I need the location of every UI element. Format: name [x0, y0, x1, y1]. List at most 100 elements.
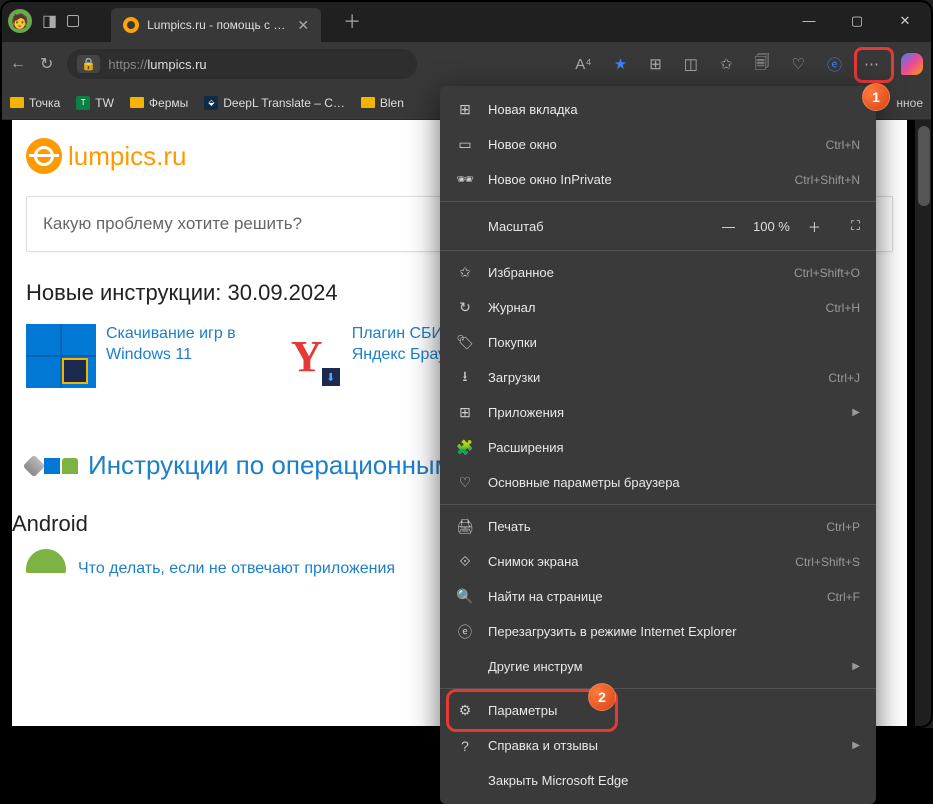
menu-ie-mode[interactable]: ⓔПерезагрузить в режиме Internet Explore… [440, 614, 876, 649]
menu-essentials[interactable]: ♡Основные параметры браузера [440, 465, 876, 500]
android-article-link[interactable]: Что делать, если не отвечают приложения [78, 560, 395, 578]
menu-zoom: Масштаб — 100 % ＋ ⛶ [440, 206, 876, 246]
menu-separator [440, 201, 876, 202]
bookmark-item[interactable]: Blen [361, 96, 404, 110]
bookmark-item[interactable]: T TW [76, 96, 114, 110]
favorite-star-icon[interactable]: ★ [614, 55, 627, 73]
search-placeholder: Какую проблему хотите решить? [43, 214, 302, 234]
menu-favorites[interactable]: ✩ИзбранноеCtrl+Shift+O [440, 255, 876, 290]
window-icon: ▭ [456, 136, 474, 153]
android-logo-icon [26, 549, 66, 589]
help-icon: ? [456, 738, 474, 754]
menu-label: Журнал [488, 300, 812, 315]
deepl-icon: ⬙ [204, 96, 218, 110]
maximize-button[interactable]: ▢ [845, 13, 869, 29]
menu-label: Печать [488, 519, 812, 534]
menu-downloads[interactable]: ⭳ЗагрузкиCtrl+J [440, 360, 876, 395]
performance-icon[interactable]: ♡ [792, 55, 805, 73]
bookmark-label: Точка [29, 96, 60, 110]
menu-separator [440, 504, 876, 505]
zoom-value: 100 % [753, 219, 790, 234]
titlebar: 🧑 ◨ Lumpics.ru - помощь с компьюте ✕ ＋ —… [0, 0, 933, 42]
site-logo-icon[interactable] [26, 138, 62, 174]
fullscreen-icon[interactable]: ⛶ [851, 218, 860, 234]
star-icon: ✩ [456, 264, 474, 281]
new-tab-button[interactable]: ＋ [343, 8, 361, 34]
bookmarks-overflow[interactable]: нное [896, 96, 923, 110]
article-link[interactable]: Скачивание игр вWindows 11 [106, 324, 236, 366]
menu-separator [440, 250, 876, 251]
article-thumb-icon [26, 324, 96, 388]
favorites-hub-icon[interactable]: ✩ [720, 55, 733, 73]
menu-settings[interactable]: ⚙ Параметры 2 [440, 693, 876, 728]
apps-icon: ⊞ [456, 404, 474, 421]
menu-shortcut: Ctrl+Shift+N [795, 173, 860, 187]
menu-screenshot[interactable]: ⟐ Снимок экрана Ctrl+Shift+S [440, 544, 876, 579]
profile-avatar[interactable]: 🧑 [8, 9, 32, 33]
tw-icon: T [76, 96, 90, 110]
menu-label: Снимок экрана [488, 554, 781, 569]
zoom-out-button[interactable]: — [722, 219, 735, 234]
zoom-label: Масштаб [488, 219, 708, 234]
minimize-button[interactable]: — [797, 13, 821, 29]
menu-new-tab[interactable]: ⊞Новая вкладка [440, 92, 876, 127]
android-icon [62, 458, 78, 474]
site-info-icon[interactable]: 🔒 [77, 55, 100, 73]
menu-history[interactable]: ↻ЖурналCtrl+H [440, 290, 876, 325]
menu-shortcut: Ctrl+Shift+S [795, 555, 860, 569]
window-controls: — ▢ ✕ [797, 13, 925, 29]
annotation-callout-1: 1 [862, 83, 890, 111]
annotation-callout-2: 2 [588, 683, 616, 711]
menu-close-edge[interactable]: Закрыть Microsoft Edge [440, 763, 876, 798]
history-icon: ↻ [456, 299, 474, 316]
article-card[interactable]: Скачивание игр вWindows 11 [26, 324, 236, 388]
workspaces-icon[interactable]: ◨ [42, 11, 57, 31]
split-screen-icon[interactable]: ◫ [684, 55, 698, 73]
ie-mode-icon[interactable]: ⓔ [827, 54, 842, 75]
bookmark-item[interactable]: Точка [10, 96, 60, 110]
menu-extensions[interactable]: 🧩Расширения [440, 430, 876, 465]
menu-label: Основные параметры браузера [488, 475, 860, 490]
browser-tab[interactable]: Lumpics.ru - помощь с компьюте ✕ [111, 8, 321, 42]
bookmark-item[interactable]: ⬙DeepL Translate – С… [204, 96, 345, 110]
menu-find[interactable]: 🔍Найти на страницеCtrl+F [440, 579, 876, 614]
scrollbar-thumb[interactable] [918, 126, 930, 206]
menu-separator [440, 688, 876, 689]
vertical-tabs-icon[interactable] [67, 15, 79, 27]
gear-icon: ⚙ [456, 702, 474, 719]
screenshot-icon: ⟐ [456, 553, 474, 570]
folder-icon [10, 97, 24, 108]
article-thumb-icon: Y⬇ [272, 324, 342, 388]
menu-apps[interactable]: ⊞Приложения▶ [440, 395, 876, 430]
menu-more-tools[interactable]: Другие инструм▶ [440, 649, 876, 684]
back-button[interactable]: ← [10, 55, 26, 73]
menu-shopping[interactable]: 🏷Покупки [440, 325, 876, 360]
copilot-icon[interactable] [901, 53, 923, 75]
folder-icon [130, 97, 144, 108]
menu-help[interactable]: ? Справка и отзывы ▶ [440, 728, 876, 763]
menu-shortcut: Ctrl+J [828, 371, 860, 385]
menu-label: Расширения [488, 440, 860, 455]
site-name[interactable]: lumpics.ru [68, 141, 186, 172]
menu-print[interactable]: 🖨ПечатьCtrl+P [440, 509, 876, 544]
bookmark-label: TW [95, 96, 114, 110]
menu-new-window[interactable]: ▭Новое окноCtrl+N [440, 127, 876, 162]
ie-icon: ⓔ [456, 622, 474, 642]
extensions-icon[interactable]: ⊞ [649, 55, 662, 73]
tag-icon: 🏷 [456, 334, 474, 351]
menu-label: Справка и отзывы [488, 738, 838, 753]
os-icons-group [26, 458, 78, 474]
zoom-in-button[interactable]: ＋ [808, 217, 821, 236]
chevron-right-icon: ▶ [852, 740, 860, 751]
read-aloud-icon[interactable]: A⁴ [575, 56, 591, 73]
edge-main-menu: ⊞Новая вкладка ▭Новое окноCtrl+N 🕶Новое … [440, 86, 876, 804]
url-field[interactable]: 🔒 https://lumpics.ru [67, 49, 417, 79]
scrollbar[interactable] [915, 120, 933, 728]
close-window-button[interactable]: ✕ [893, 13, 917, 29]
menu-shortcut: Ctrl+P [826, 520, 860, 534]
bookmark-item[interactable]: Фермы [130, 96, 188, 110]
collections-icon[interactable]: 🗐 [755, 52, 770, 77]
refresh-button[interactable]: ↻ [40, 54, 53, 74]
tab-close-icon[interactable]: ✕ [297, 17, 309, 34]
menu-inprivate[interactable]: 🕶Новое окно InPrivateCtrl+Shift+N [440, 162, 876, 197]
